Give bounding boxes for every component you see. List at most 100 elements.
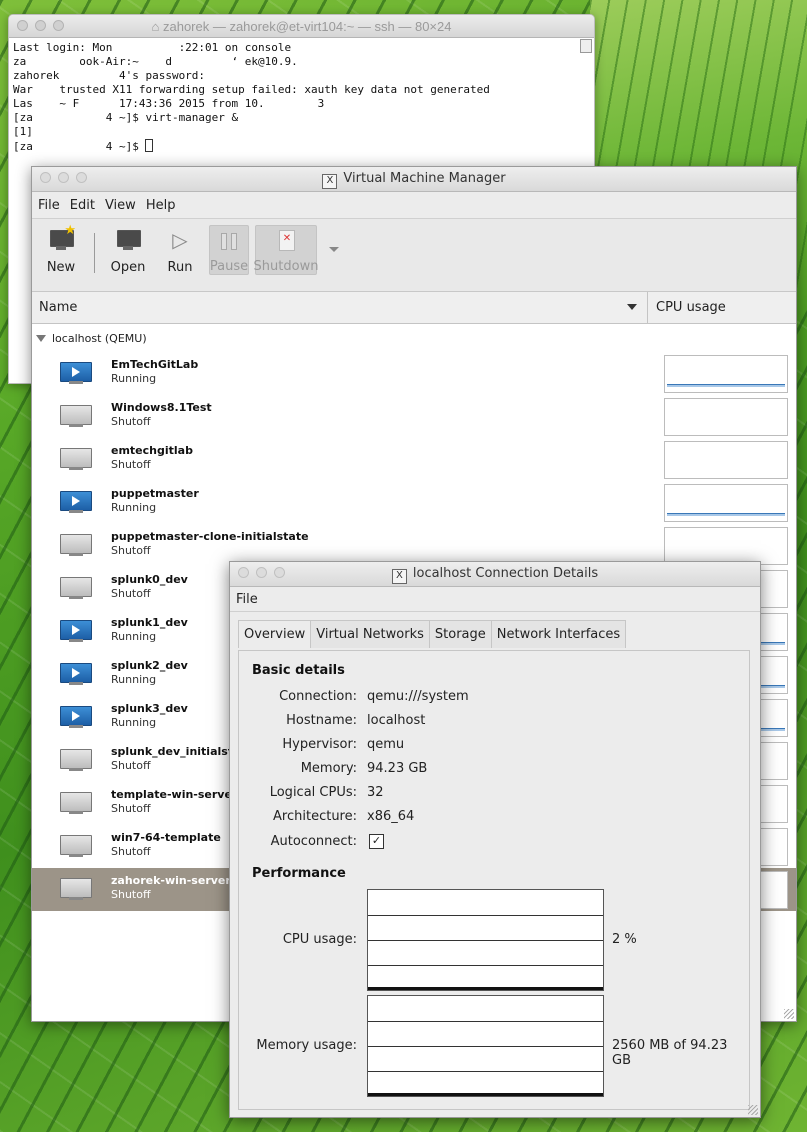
vm-list-header: Name CPU usage <box>32 292 796 324</box>
tab-storage[interactable]: Storage <box>428 620 492 648</box>
vm-name: splunk0_dev <box>111 573 188 586</box>
toolbar-separator <box>94 233 95 273</box>
terminal-title: ⌂ zahorek — zahorek@et-virt104:~ — ssh —… <box>151 19 452 34</box>
vm-running-icon <box>60 491 92 513</box>
vm-status: Shutoff <box>111 415 151 428</box>
menu-file[interactable]: File <box>236 592 258 607</box>
vm-status: Running <box>111 673 157 686</box>
details-title: Xlocalhost Connection Details <box>230 566 760 584</box>
memory-usage-graph <box>367 995 604 1097</box>
terminal-line: War trusted X11 forwarding setup failed:… <box>13 83 490 96</box>
vm-shutoff-icon <box>60 749 92 771</box>
shutdown-button[interactable]: ✕ Shutdown <box>254 225 318 275</box>
vm-status: Shutoff <box>111 587 151 600</box>
details-titlebar[interactable]: Xlocalhost Connection Details <box>230 562 760 587</box>
vmm-titlebar[interactable]: X Virtual Machine Manager <box>32 167 796 192</box>
vm-name: Windows8.1Test <box>111 401 212 414</box>
vm-shutoff-icon <box>60 534 92 556</box>
connection-value: qemu:///system <box>367 689 469 704</box>
vm-status: Shutoff <box>111 544 151 557</box>
vm-row[interactable]: puppetmaster Running <box>32 481 796 524</box>
column-cpu-usage[interactable]: CPU usage <box>648 300 726 315</box>
pause-button[interactable]: Pause <box>209 225 249 275</box>
play-icon: ▷ <box>172 228 188 252</box>
vm-status: Running <box>111 501 157 514</box>
cpu-usage-label: CPU usage: <box>282 932 357 947</box>
tab-virtual-networks[interactable]: Virtual Networks <box>310 620 430 648</box>
sort-down-icon[interactable] <box>627 304 637 310</box>
vm-status: Shutoff <box>111 845 151 858</box>
new-vm-button[interactable]: ★ New <box>38 224 84 275</box>
resize-grip-icon[interactable] <box>748 1105 758 1115</box>
shutdown-icon: ✕ <box>273 228 299 252</box>
vm-running-icon <box>60 362 92 384</box>
vm-name: win7-64-template <box>111 831 221 844</box>
vm-running-icon <box>60 706 92 728</box>
vm-row[interactable]: EmTechGitLab Running <box>32 352 796 395</box>
logical-cpus-label: Logical CPUs: <box>269 785 357 800</box>
memory-label: Memory: <box>300 761 357 776</box>
terminal-scrollbar-icon[interactable] <box>580 39 592 53</box>
vm-name: splunk2_dev <box>111 659 188 672</box>
overview-panel: Basic details Connection: qemu:///system… <box>238 650 750 1110</box>
terminal-line: za ook-Air:~ d ‘ ek@10.9. <box>13 55 298 68</box>
hypervisor-value: qemu <box>367 737 405 752</box>
architecture-label: Architecture: <box>273 809 357 824</box>
vm-status: Shutoff <box>111 759 151 772</box>
home-icon: ⌂ <box>151 19 160 34</box>
vm-name: emtechgitlab <box>111 444 193 457</box>
connection-label: Connection: <box>279 689 357 704</box>
memory-usage-label: Memory usage: <box>256 1038 357 1053</box>
vm-row[interactable]: Windows8.1Test Shutoff <box>32 395 796 438</box>
resize-grip-icon[interactable] <box>784 1009 794 1019</box>
hostname-label: Hostname: <box>286 713 357 728</box>
x11-icon: X <box>322 174 338 189</box>
menu-view[interactable]: View <box>105 198 136 213</box>
terminal-line: [1] <box>13 125 33 138</box>
run-button[interactable]: ▷ Run <box>157 225 203 275</box>
checkmark-icon: ✓ <box>371 834 382 847</box>
vm-status: Shutoff <box>111 458 151 471</box>
performance-heading: Performance <box>252 866 346 881</box>
shutdown-dropdown-icon[interactable] <box>329 247 339 252</box>
cpu-usage-graph <box>367 889 604 991</box>
tab-overview[interactable]: Overview <box>238 620 312 648</box>
terminal-output[interactable]: Last login: Mon :22:01 on console za ook-… <box>9 38 594 157</box>
host-row[interactable]: localhost (QEMU) <box>32 324 796 352</box>
terminal-titlebar[interactable]: ⌂ zahorek — zahorek@et-virt104:~ — ssh —… <box>9 15 594 38</box>
open-button[interactable]: Open <box>105 225 151 275</box>
terminal-line: Last login: Mon :22:01 on console <box>13 41 292 54</box>
memory-value: 94.23 GB <box>367 761 428 776</box>
tab-network-interfaces[interactable]: Network Interfaces <box>490 620 627 648</box>
monitor-icon <box>115 227 141 253</box>
vm-name: EmTechGitLab <box>111 358 199 371</box>
architecture-value: x86_64 <box>367 809 415 824</box>
vm-status: Running <box>111 716 157 729</box>
vm-row[interactable]: emtechgitlab Shutoff <box>32 438 796 481</box>
vm-running-icon <box>60 663 92 685</box>
cpu-usage-graph <box>664 355 788 393</box>
basic-details-heading: Basic details <box>252 663 345 678</box>
vmm-toolbar: ★ New Open ▷ Run Pause ✕ Shutdown <box>32 219 796 292</box>
cpu-usage-graph <box>664 527 788 565</box>
cpu-usage-value: 2 % <box>612 932 637 947</box>
menu-help[interactable]: Help <box>146 198 176 213</box>
new-vm-icon: ★ <box>48 224 76 253</box>
connection-details-window[interactable]: Xlocalhost Connection Details File Overv… <box>229 561 761 1118</box>
vm-name: splunk1_dev <box>111 616 188 629</box>
menu-edit[interactable]: Edit <box>70 198 95 213</box>
column-name[interactable]: Name <box>32 292 648 323</box>
vm-name: puppetmaster-clone-initialstate <box>111 530 309 543</box>
autoconnect-checkbox[interactable]: ✓ <box>369 834 384 849</box>
pause-icon <box>216 228 242 252</box>
vm-shutoff-icon <box>60 448 92 470</box>
vm-shutoff-icon <box>60 878 92 900</box>
terminal-cursor <box>145 139 154 152</box>
vm-status: Running <box>111 372 157 385</box>
terminal-line: [za 4 ~]$ virt-manager & <box>13 111 239 124</box>
vm-shutoff-icon <box>60 792 92 814</box>
hypervisor-label: Hypervisor: <box>282 737 357 752</box>
menu-file[interactable]: File <box>38 198 60 213</box>
vm-name: splunk3_dev <box>111 702 188 715</box>
expander-icon[interactable] <box>36 334 46 342</box>
